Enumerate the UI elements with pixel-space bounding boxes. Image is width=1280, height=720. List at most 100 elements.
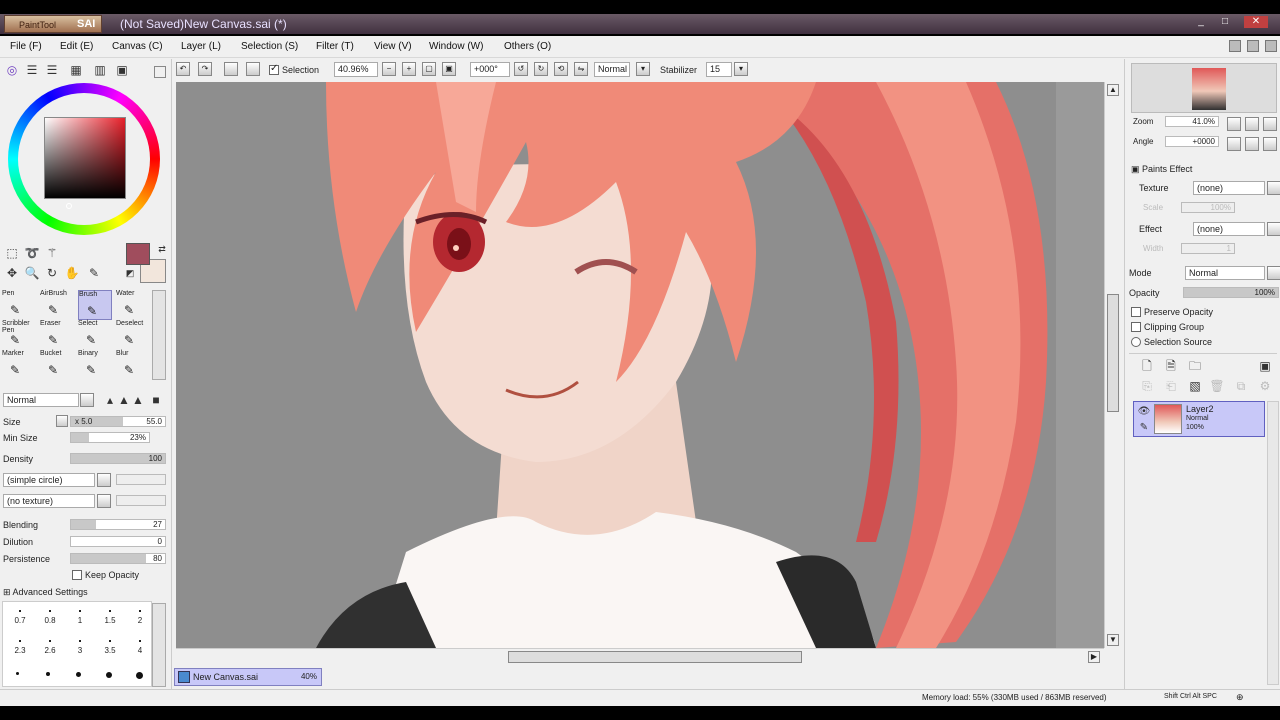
hsv-slider-tab-icon[interactable]: ☰ xyxy=(44,62,60,78)
brush-texture-dropdown-icon[interactable] xyxy=(97,494,111,508)
nav-zoom-in-icon[interactable] xyxy=(1245,117,1259,131)
menu-edit[interactable]: Edit (E) xyxy=(60,41,93,52)
layer-mode-dropdown-icon[interactable] xyxy=(1267,266,1280,280)
invert-selection-icon[interactable] xyxy=(246,62,260,76)
mdi-close-icon[interactable] xyxy=(1265,40,1277,52)
effect-width-slider[interactable]: 1 xyxy=(1181,243,1235,254)
transfer-down-icon[interactable]: ⎘ xyxy=(1139,378,1155,394)
brush-tool-blur[interactable]: Blur ✎ xyxy=(116,350,150,380)
selection-source-checkbox[interactable] xyxy=(1131,337,1141,347)
size-preset[interactable]: 1 xyxy=(67,610,93,636)
size-preset[interactable]: 3 xyxy=(67,640,93,666)
new-layer-icon[interactable]: 🗋 xyxy=(1139,358,1155,374)
close-icon[interactable]: ✕ xyxy=(1244,16,1268,28)
texture-scale-slider[interactable]: 100% xyxy=(1181,202,1235,213)
menu-filter[interactable]: Filter (T) xyxy=(316,41,354,52)
nav-zoom-slider[interactable]: 41.0% xyxy=(1165,116,1219,127)
nav-rotate-right-icon[interactable] xyxy=(1245,137,1259,151)
menu-view[interactable]: View (V) xyxy=(374,41,412,52)
scroll-up-icon[interactable]: ▲ xyxy=(1107,84,1119,96)
clear-layer-icon[interactable]: ▧ xyxy=(1187,378,1203,394)
persistence-slider[interactable]: 80 xyxy=(70,553,166,564)
zoom-reset-icon[interactable]: ▢ xyxy=(422,62,436,76)
brush-shape-dropdown-icon[interactable] xyxy=(97,473,111,487)
canvas[interactable] xyxy=(176,82,1104,648)
size-preset-dot[interactable] xyxy=(136,672,143,679)
size-preset[interactable]: 0.8 xyxy=(37,610,63,636)
density-slider[interactable]: 100 xyxy=(70,453,166,464)
document-tab[interactable]: New Canvas.sai 40% xyxy=(174,668,322,686)
brush-tool-marker[interactable]: Marker ✎ xyxy=(2,350,36,380)
paints-effect-header[interactable]: ▣ Paints Effect xyxy=(1131,164,1192,175)
selection-checkbox[interactable]: ✓ xyxy=(269,63,279,75)
rotate-tool-icon[interactable]: ↻ xyxy=(44,265,60,281)
color-wheel-tab-icon[interactable]: ◎ xyxy=(4,62,20,78)
nav-rotate-left-icon[interactable] xyxy=(1227,137,1241,151)
menu-canvas[interactable]: Canvas (C) xyxy=(112,41,163,52)
stabilizer-dropdown-icon[interactable]: ▾ xyxy=(734,62,748,76)
size-preset-dot[interactable] xyxy=(46,672,50,676)
navigator-preview[interactable] xyxy=(1131,63,1277,113)
brush-tool-pen[interactable]: Pen ✎ xyxy=(2,290,36,320)
texture-strength-slider[interactable] xyxy=(116,495,166,506)
size-preset-dot[interactable] xyxy=(16,672,19,675)
rgb-slider-tab-icon[interactable]: ☰ xyxy=(24,62,40,78)
mdi-minimize-icon[interactable] xyxy=(1229,40,1241,52)
menu-others[interactable]: Others (O) xyxy=(504,41,551,52)
nav-rotate-reset-icon[interactable] xyxy=(1263,137,1277,151)
zoom-out-icon[interactable]: − xyxy=(382,62,396,76)
layer-visibility-icon[interactable]: 👁 xyxy=(1136,404,1152,420)
panel-menu-icon[interactable] xyxy=(154,66,166,78)
vertical-scroll-thumb[interactable] xyxy=(1107,294,1119,412)
canvas-horizontal-scrollbar[interactable]: ▶ xyxy=(176,648,1104,664)
flip-icon[interactable]: ⇋ xyxy=(574,62,588,76)
zoom-in-icon[interactable]: + xyxy=(402,62,416,76)
minimize-icon[interactable]: _ xyxy=(1194,16,1208,28)
size-preset-dot[interactable] xyxy=(76,672,81,677)
brush-mode-select[interactable]: Normal xyxy=(3,393,79,407)
move-icon[interactable]: ✥ xyxy=(4,265,20,281)
mdi-restore-icon[interactable] xyxy=(1247,40,1259,52)
scroll-right-icon[interactable]: ▶ xyxy=(1088,651,1100,663)
brush-tool-eraser[interactable]: Eraser ✎ xyxy=(40,320,74,350)
size-preset[interactable]: 2.3 xyxy=(7,640,33,666)
layer-panel-menu-icon[interactable]: ▣ xyxy=(1257,358,1273,374)
menu-layer[interactable]: Layer (L) xyxy=(181,41,221,52)
layer-opacity-slider[interactable]: 100% xyxy=(1183,287,1279,298)
min-size-slider[interactable]: 23% xyxy=(70,432,150,443)
canvas-vertical-scrollbar[interactable]: ▲ ▼ xyxy=(1104,82,1120,648)
brush-tool-brush[interactable]: Brush ✎ xyxy=(78,290,112,320)
merge-down-icon[interactable]: ⎗ xyxy=(1163,378,1179,394)
texture-dropdown-icon[interactable] xyxy=(1267,181,1280,195)
brush-tool-bucket[interactable]: Bucket ✎ xyxy=(40,350,74,380)
maximize-icon[interactable]: □ xyxy=(1218,16,1232,28)
size-mult-toggle[interactable] xyxy=(56,415,68,427)
magic-wand-icon[interactable]: ⚚ xyxy=(44,245,60,261)
effect-select[interactable]: (none) xyxy=(1193,222,1265,236)
brush-shape-select[interactable]: (simple circle) xyxy=(3,473,95,487)
nav-zoom-reset-icon[interactable] xyxy=(1263,117,1277,131)
rect-select-icon[interactable]: ⬚ xyxy=(4,245,20,261)
brush-grid-scrollbar[interactable] xyxy=(152,290,166,380)
brush-tool-scribbler-pen[interactable]: Scribbler Pen ✎ xyxy=(2,320,36,350)
menu-file[interactable]: File (F) xyxy=(10,41,42,52)
size-preset[interactable]: 3.5 xyxy=(97,640,123,666)
brush-shape-4-icon[interactable]: ■ xyxy=(148,392,164,408)
advanced-settings-toggle[interactable]: ⊞ Advanced Settings xyxy=(3,587,88,598)
zoom-field[interactable]: 40.96% xyxy=(334,62,378,77)
brush-tool-binary[interactable]: Binary ✎ xyxy=(78,350,112,380)
size-preset[interactable]: 1.5 xyxy=(97,610,123,636)
deselect-icon[interactable] xyxy=(224,62,238,76)
scroll-down-icon[interactable]: ▼ xyxy=(1107,634,1119,646)
delete-layer-icon[interactable]: 🗑 xyxy=(1209,378,1225,394)
redo-icon[interactable]: ↷ xyxy=(198,62,212,76)
brush-tool-airbrush[interactable]: AirBrush ✎ xyxy=(40,290,74,320)
brush-tool-water[interactable]: Water ✎ xyxy=(116,290,150,320)
brush-tool-select[interactable]: Select ✎ xyxy=(78,320,112,350)
effect-dropdown-icon[interactable] xyxy=(1267,222,1280,236)
new-linework-layer-icon[interactable]: 🗎 xyxy=(1163,358,1179,374)
menu-window[interactable]: Window (W) xyxy=(429,41,483,52)
layer-properties-icon[interactable]: ⚙ xyxy=(1257,378,1273,394)
texture-select[interactable]: (none) xyxy=(1193,181,1265,195)
stabilizer-field[interactable]: 15 xyxy=(706,62,732,77)
